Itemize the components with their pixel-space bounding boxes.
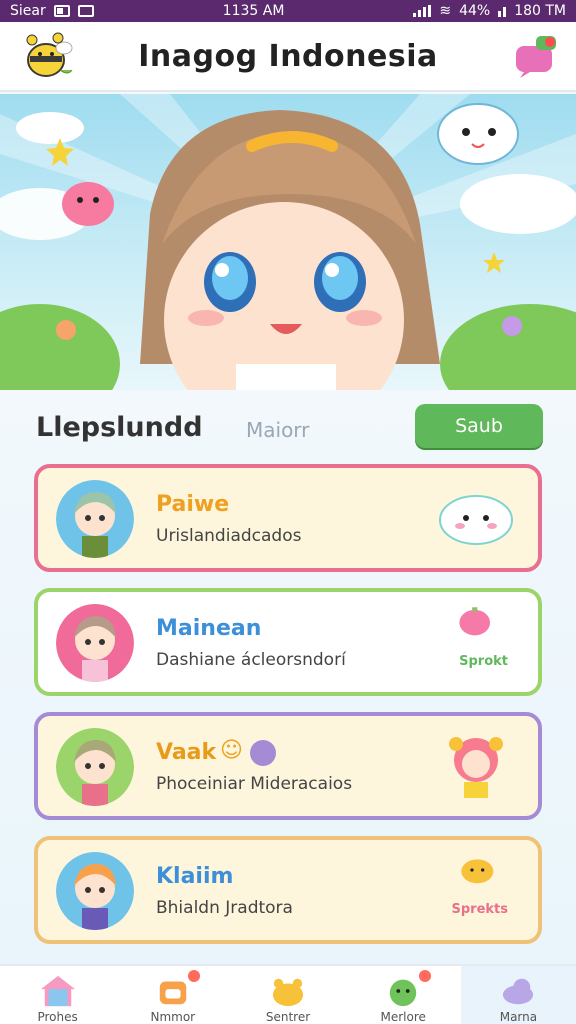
nav-item-mail[interactable]: Nmmor [115,966,230,1024]
section-title: Llepslundd [36,412,203,443]
character-card[interactable]: Klaiim Bhialdn Jradtora Sprekts [34,836,542,944]
nav-label: Sentrer [265,1010,311,1024]
anime-girl-illustration [0,94,576,390]
notification-badge [188,970,201,982]
avatar [56,728,134,806]
hamster-icon [461,859,494,884]
house-icon [40,975,75,1007]
nav-item-home[interactable]: Prohes [0,966,115,1024]
cloud-pet-icon [439,495,513,545]
emoji-icon: ☺ [220,738,243,763]
wifi-icon: ≋ [439,3,452,19]
cloud-icon [503,978,534,1005]
card-action-label[interactable]: Sprekts [452,902,509,917]
notification-badge [418,970,431,982]
page-title: Inagog Indonesia [138,38,438,74]
character-name: Mainean [156,616,262,641]
mailbox-icon [159,981,187,1005]
pet-icon [272,978,304,1007]
status-extra: 180 TM [514,3,566,19]
tab-main[interactable]: Maiorr [246,418,309,442]
bottom-navigation: Prohes Nmmor Sentrer Merlore Marna [0,964,576,1024]
character-card[interactable]: Paiwe Urislandiadcados [34,464,542,572]
notification-icon [53,5,70,17]
character-subtitle: Urislandiadcados [156,526,302,546]
blob-pet-icon [250,740,276,766]
search-button[interactable]: Saub [415,404,543,448]
hero-banner [0,94,576,390]
nav-label: Nmmor [150,1010,196,1024]
nav-item-menu[interactable]: Marna [460,966,576,1024]
nav-label: Marna [499,1010,538,1024]
signal-icon [413,5,432,17]
nav-item-more[interactable]: Merlore [346,966,461,1024]
character-name: Klaiim [156,864,234,889]
card-action-label[interactable]: Sprokt [459,654,508,669]
chibi-character-icon [449,737,503,798]
character-card[interactable]: Mainean Dashiane ácleorsndorí Sprokt [34,588,542,696]
battery-label: 44% [459,3,491,19]
app-header: Inagog Indonesia [0,22,576,92]
nav-item-pet[interactable]: Sentrer [230,966,345,1024]
character-name: Vaak [156,740,217,765]
apple-icon [389,979,417,1007]
character-subtitle: Bhialdn Jradtora [156,898,293,918]
nav-label: Merlore [380,1010,426,1024]
screen-icon [77,5,94,17]
avatar [56,604,134,682]
teapot-icon [459,607,491,636]
signal-icon-2 [498,5,507,17]
carrier-label: Siear [10,3,46,19]
chat-icon[interactable] [514,34,558,78]
nav-label: Prohes [37,1010,78,1024]
bee-logo-icon[interactable] [20,32,74,82]
character-name: Paiwe [156,492,230,517]
character-subtitle: Phoceiniar Mideracaios [156,774,353,794]
avatar [56,852,134,930]
status-bar: Siear 1135 AM ≋ 44% 180 TM [0,0,576,22]
clock: 1135 AM [222,3,285,19]
friend-list-section: Llepslundd Maiorr Saub Paiwe Urislandiad… [0,390,576,965]
character-card[interactable]: Vaak ☺ Phoceiniar Mideracaios [34,712,542,820]
avatar [56,480,134,558]
character-subtitle: Dashiane ácleorsndorí [156,650,346,670]
